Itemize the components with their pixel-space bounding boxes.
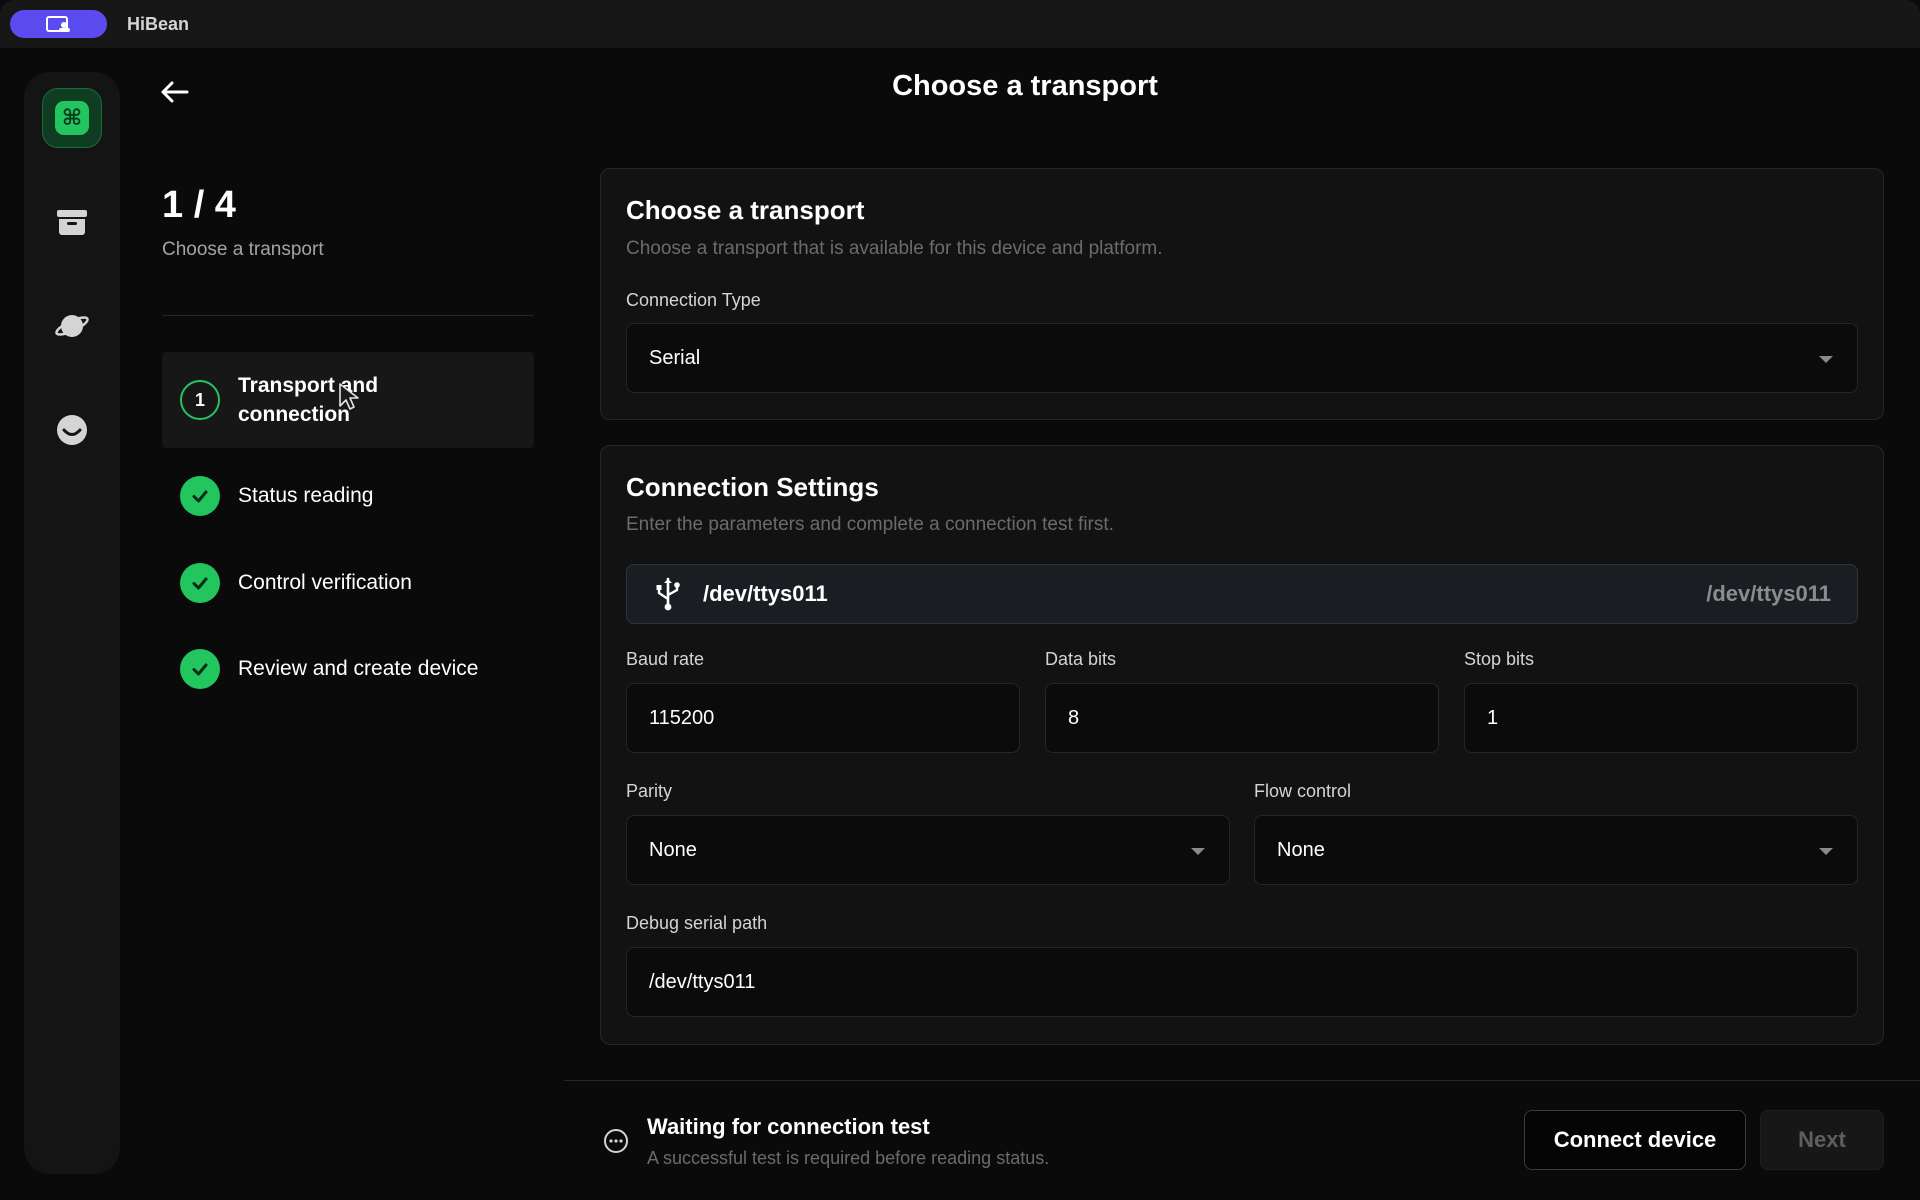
- parity-select[interactable]: None: [626, 815, 1230, 885]
- device-icon: [45, 16, 70, 32]
- port-detail: /dev/ttys011: [1706, 581, 1831, 606]
- step-subtitle: Choose a transport: [162, 239, 324, 260]
- rail-item-explore[interactable]: [42, 296, 102, 356]
- archive-icon: [57, 210, 87, 235]
- baud-rate-label: Baud rate: [626, 649, 705, 669]
- rail-item-archive[interactable]: [42, 192, 102, 252]
- step-label: Control verification: [238, 571, 412, 594]
- check-icon: [180, 563, 220, 603]
- step-label: Review and create device: [238, 657, 479, 680]
- chevron-down-icon: [1191, 848, 1205, 855]
- step-review-create[interactable]: Review and create device: [162, 645, 534, 693]
- app-name: HiBean: [127, 13, 190, 34]
- port-name: /dev/ttys011: [703, 581, 828, 606]
- step-status-reading[interactable]: Status reading: [162, 472, 534, 520]
- stop-bits-label: Stop bits: [1464, 649, 1535, 669]
- card-title: Connection Settings: [626, 472, 879, 502]
- connect-device-button[interactable]: Connect device: [1524, 1110, 1746, 1170]
- back-button[interactable]: [154, 72, 194, 112]
- divider: [162, 315, 534, 316]
- command-icon: ⌘: [55, 101, 89, 135]
- data-bits-label: Data bits: [1045, 649, 1117, 669]
- stop-bits-value: 1: [1487, 706, 1499, 729]
- footer-divider: [564, 1080, 1920, 1081]
- data-bits-value: 8: [1068, 706, 1080, 729]
- step-label: Status reading: [238, 484, 374, 507]
- step-number: 1: [180, 380, 220, 420]
- page-title: Choose a transport: [892, 70, 1158, 102]
- smile-icon: [57, 415, 87, 445]
- parity-label: Parity: [626, 781, 673, 801]
- chevron-down-icon: [1819, 848, 1833, 855]
- title-bar: HiBean: [0, 0, 1920, 48]
- status-title: Waiting for connection test: [647, 1114, 930, 1139]
- check-icon: [180, 649, 220, 689]
- connection-type-select[interactable]: Serial: [626, 323, 1858, 393]
- nav-rail: ⌘: [24, 72, 120, 1174]
- connection-type-value: Serial: [649, 346, 701, 369]
- step-control-verification[interactable]: Control verification: [162, 559, 534, 607]
- connection-settings-card: Connection Settings Enter the parameters…: [600, 445, 1884, 1045]
- baud-rate-input[interactable]: 115200: [626, 683, 1020, 753]
- rail-item-profile[interactable]: [42, 400, 102, 460]
- card-subtitle: Choose a transport that is available for…: [626, 238, 1163, 259]
- card-title: Choose a transport: [626, 195, 865, 225]
- data-bits-input[interactable]: 8: [1045, 683, 1439, 753]
- connection-type-label: Connection Type: [626, 290, 761, 310]
- transport-card: Choose a transport Choose a transport th…: [600, 168, 1884, 420]
- app-switcher-button[interactable]: [10, 10, 107, 38]
- card-subtitle: Enter the parameters and complete a conn…: [626, 514, 1114, 535]
- debug-path-value: /dev/ttys011: [649, 970, 756, 993]
- rail-item-devices[interactable]: ⌘: [42, 88, 102, 148]
- flow-control-select[interactable]: None: [1254, 815, 1858, 885]
- pending-icon: [604, 1129, 628, 1153]
- check-icon: [180, 476, 220, 516]
- mouse-cursor-icon: [339, 383, 359, 410]
- parity-value: None: [649, 838, 697, 861]
- baud-rate-value: 115200: [649, 706, 715, 729]
- status-subtitle: A successful test is required before rea…: [647, 1148, 1050, 1168]
- debug-path-input[interactable]: /dev/ttys011: [626, 947, 1858, 1017]
- next-button[interactable]: Next: [1760, 1110, 1884, 1170]
- step-counter: 1 / 4: [162, 184, 236, 226]
- usb-icon: [655, 577, 681, 611]
- flow-control-value: None: [1277, 838, 1325, 861]
- planet-icon: [55, 315, 89, 337]
- chevron-down-icon: [1819, 356, 1833, 363]
- flow-control-label: Flow control: [1254, 781, 1352, 801]
- stop-bits-input[interactable]: 1: [1464, 683, 1858, 753]
- debug-path-label: Debug serial path: [626, 913, 768, 933]
- serial-port-option[interactable]: /dev/ttys011 /dev/ttys011: [626, 564, 1858, 624]
- arrow-left-icon: [161, 81, 189, 103]
